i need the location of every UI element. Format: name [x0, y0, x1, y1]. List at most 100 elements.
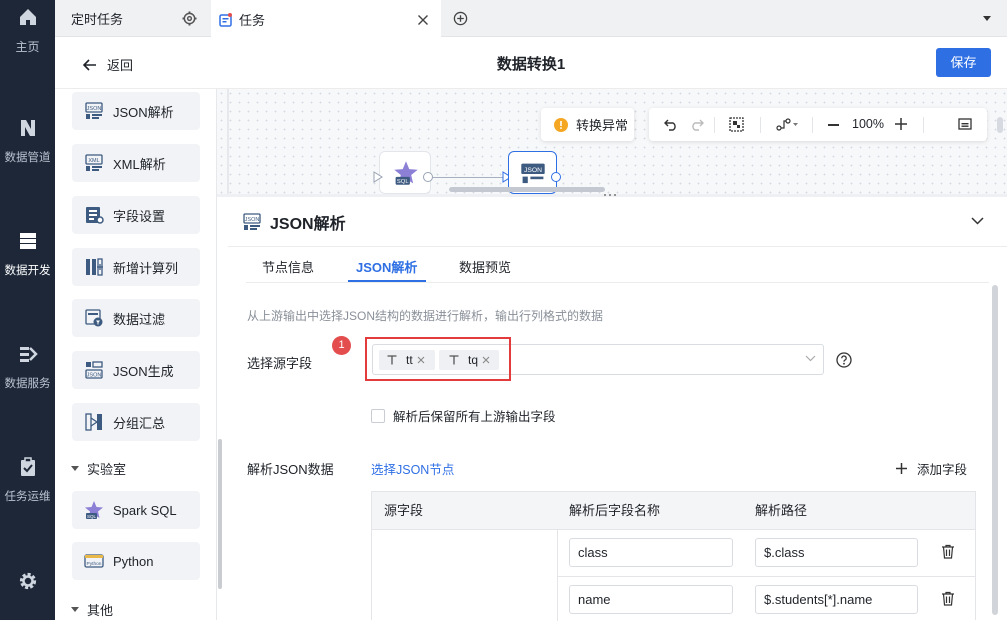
layout-icon[interactable] [776, 118, 800, 131]
component-json-generate[interactable]: JSON JSON生成 [72, 351, 200, 389]
node-sql[interactable]: SQL [379, 151, 431, 194]
canvas-scrollbar-v[interactable] [997, 117, 1003, 133]
section-lab[interactable]: 实验室 [71, 459, 126, 478]
keep-upstream-checkbox[interactable]: 解析后保留所有上游输出字段 [371, 406, 556, 425]
tab-dropdown-button[interactable] [982, 0, 996, 37]
svg-text:JSON: JSON [245, 217, 260, 223]
tab-scheduled[interactable]: 定时任务 [55, 0, 208, 37]
component-data-filter[interactable]: 数据过滤 [72, 299, 200, 337]
zoom-in-icon[interactable] [895, 118, 907, 130]
zoom-level: 100% [852, 117, 884, 131]
component-label: 新增计算列 [113, 260, 179, 276]
help-icon[interactable] [836, 352, 852, 368]
redo-icon[interactable] [690, 118, 704, 131]
column-header: 源字段 [384, 503, 424, 518]
select-json-node-link[interactable]: 选择JSON节点 [371, 459, 454, 478]
component-spark-sql[interactable]: SQL Spark SQL [72, 491, 200, 529]
minimap-icon[interactable] [958, 118, 972, 130]
component-label: Python [113, 553, 154, 569]
tab-bar: 定时任务 任务 [55, 0, 1007, 37]
tab-task-label: 任务 [239, 13, 266, 28]
canvas-scrollbar-h[interactable] [449, 187, 605, 192]
zoom-out-icon[interactable] [828, 124, 839, 126]
toolbar-divider [760, 117, 761, 133]
output-port[interactable] [423, 172, 433, 182]
flow-canvas[interactable]: 转换异常 100% SQL JSON [217, 89, 1007, 194]
section-other[interactable]: 其他 [71, 600, 113, 619]
service-icon [17, 343, 39, 365]
gear-icon[interactable] [182, 11, 197, 26]
field-path-input[interactable]: $.class [755, 538, 918, 567]
caret-down-icon [982, 15, 992, 22]
component-xml-parse[interactable]: XML XML解析 [72, 144, 200, 182]
toolbar-divider [812, 117, 813, 133]
nav-label-service: 数据服务 [4, 378, 51, 390]
row-divider [558, 576, 975, 577]
toolbar-divider [714, 117, 715, 133]
config-panel: JSON JSON解析 节点信息 JSON解析 数据预览 从上游输出中选择JSO… [228, 197, 1007, 621]
component-label: JSON解析 [113, 104, 174, 120]
xml-parse-icon: XML [84, 153, 104, 173]
panel-description: 从上游输出中选择JSON结构的数据进行解析，输出行列格式的数据 [247, 309, 604, 323]
add-field-button[interactable]: 添加字段 [896, 459, 967, 478]
nav-label-home: 主页 [15, 40, 40, 54]
table-header: 源字段 解析后字段名称 解析路径 [372, 492, 975, 530]
fit-view-icon[interactable] [729, 117, 744, 132]
plus-icon [896, 463, 907, 474]
home-icon [17, 6, 39, 28]
chevron-down-icon[interactable] [971, 217, 984, 225]
tab-node-info[interactable]: 节点信息 [262, 257, 314, 276]
chevron-down-icon [805, 355, 816, 362]
nav-item-service[interactable]: 数据服务 [0, 343, 55, 391]
parse-json-label: 解析JSON数据 [247, 462, 334, 477]
task-icon [219, 12, 232, 27]
warning-badge[interactable]: 转换异常 [541, 108, 634, 141]
nav-label-ops: 任务运维 [4, 491, 51, 503]
checkbox-box[interactable] [371, 408, 385, 423]
add-tab-button[interactable] [453, 0, 473, 37]
nav-item-pipeline[interactable]: 数据管道 [0, 117, 55, 165]
spark-sql-icon: SQL [393, 160, 419, 186]
nav-item-dev[interactable]: 数据开发 [0, 230, 55, 278]
ops-icon [17, 456, 39, 478]
component-field-settings[interactable]: 字段设置 [72, 196, 200, 234]
column-header: 解析路径 [755, 503, 808, 518]
undo-icon[interactable] [664, 118, 678, 131]
page-title: 数据转换1 [496, 56, 566, 73]
close-icon[interactable] [417, 14, 429, 26]
nav-item-home[interactable]: 主页 [0, 6, 55, 55]
trash-icon[interactable] [941, 591, 955, 606]
tab-task[interactable]: 任务 [211, 0, 441, 37]
tab-data-preview[interactable]: 数据预览 [459, 257, 511, 276]
trash-icon[interactable] [941, 544, 955, 559]
sidebar-scrollbar[interactable] [218, 439, 222, 589]
component-label: 分组汇总 [113, 415, 166, 431]
nav-label-dev: 数据开发 [4, 265, 51, 277]
page-header: 返回 数据转换1 保存 [55, 37, 1007, 89]
field-name-input[interactable]: class [569, 538, 733, 567]
component-python[interactable]: Python Python [72, 542, 200, 580]
plus-circle-icon [453, 11, 468, 26]
field-name-input[interactable]: name [569, 585, 733, 614]
output-port[interactable] [551, 172, 561, 182]
component-add-calc-column[interactable]: 新增计算列 [72, 248, 200, 286]
group-summary-icon [84, 412, 104, 432]
divider [228, 246, 1007, 247]
panel-scrollbar[interactable] [992, 285, 998, 615]
settings-button[interactable] [0, 570, 55, 602]
json-parse-icon: JSON [520, 161, 546, 187]
tab-json-parse[interactable]: JSON解析 [356, 257, 417, 276]
component-sidebar: JSON JSON解析 XML XML解析 字段设置 新增计算列 数据过滤 JS… [55, 89, 222, 620]
nav-item-ops[interactable]: 任务运维 [0, 456, 55, 504]
field-path-input[interactable]: $.students[*].name [755, 585, 918, 614]
save-button[interactable]: 保存 [936, 48, 991, 77]
svg-text:XML: XML [88, 158, 99, 164]
component-label: JSON生成 [113, 363, 174, 379]
component-group-summary[interactable]: 分组汇总 [72, 403, 200, 441]
svg-text:JSON: JSON [524, 167, 542, 174]
component-json-parse[interactable]: JSON JSON解析 [72, 92, 200, 130]
svg-text:Python: Python [87, 561, 102, 567]
component-label: XML解析 [113, 156, 166, 172]
checkbox-label: 解析后保留所有上游输出字段 [393, 410, 556, 424]
component-label: Spark SQL [113, 502, 177, 518]
